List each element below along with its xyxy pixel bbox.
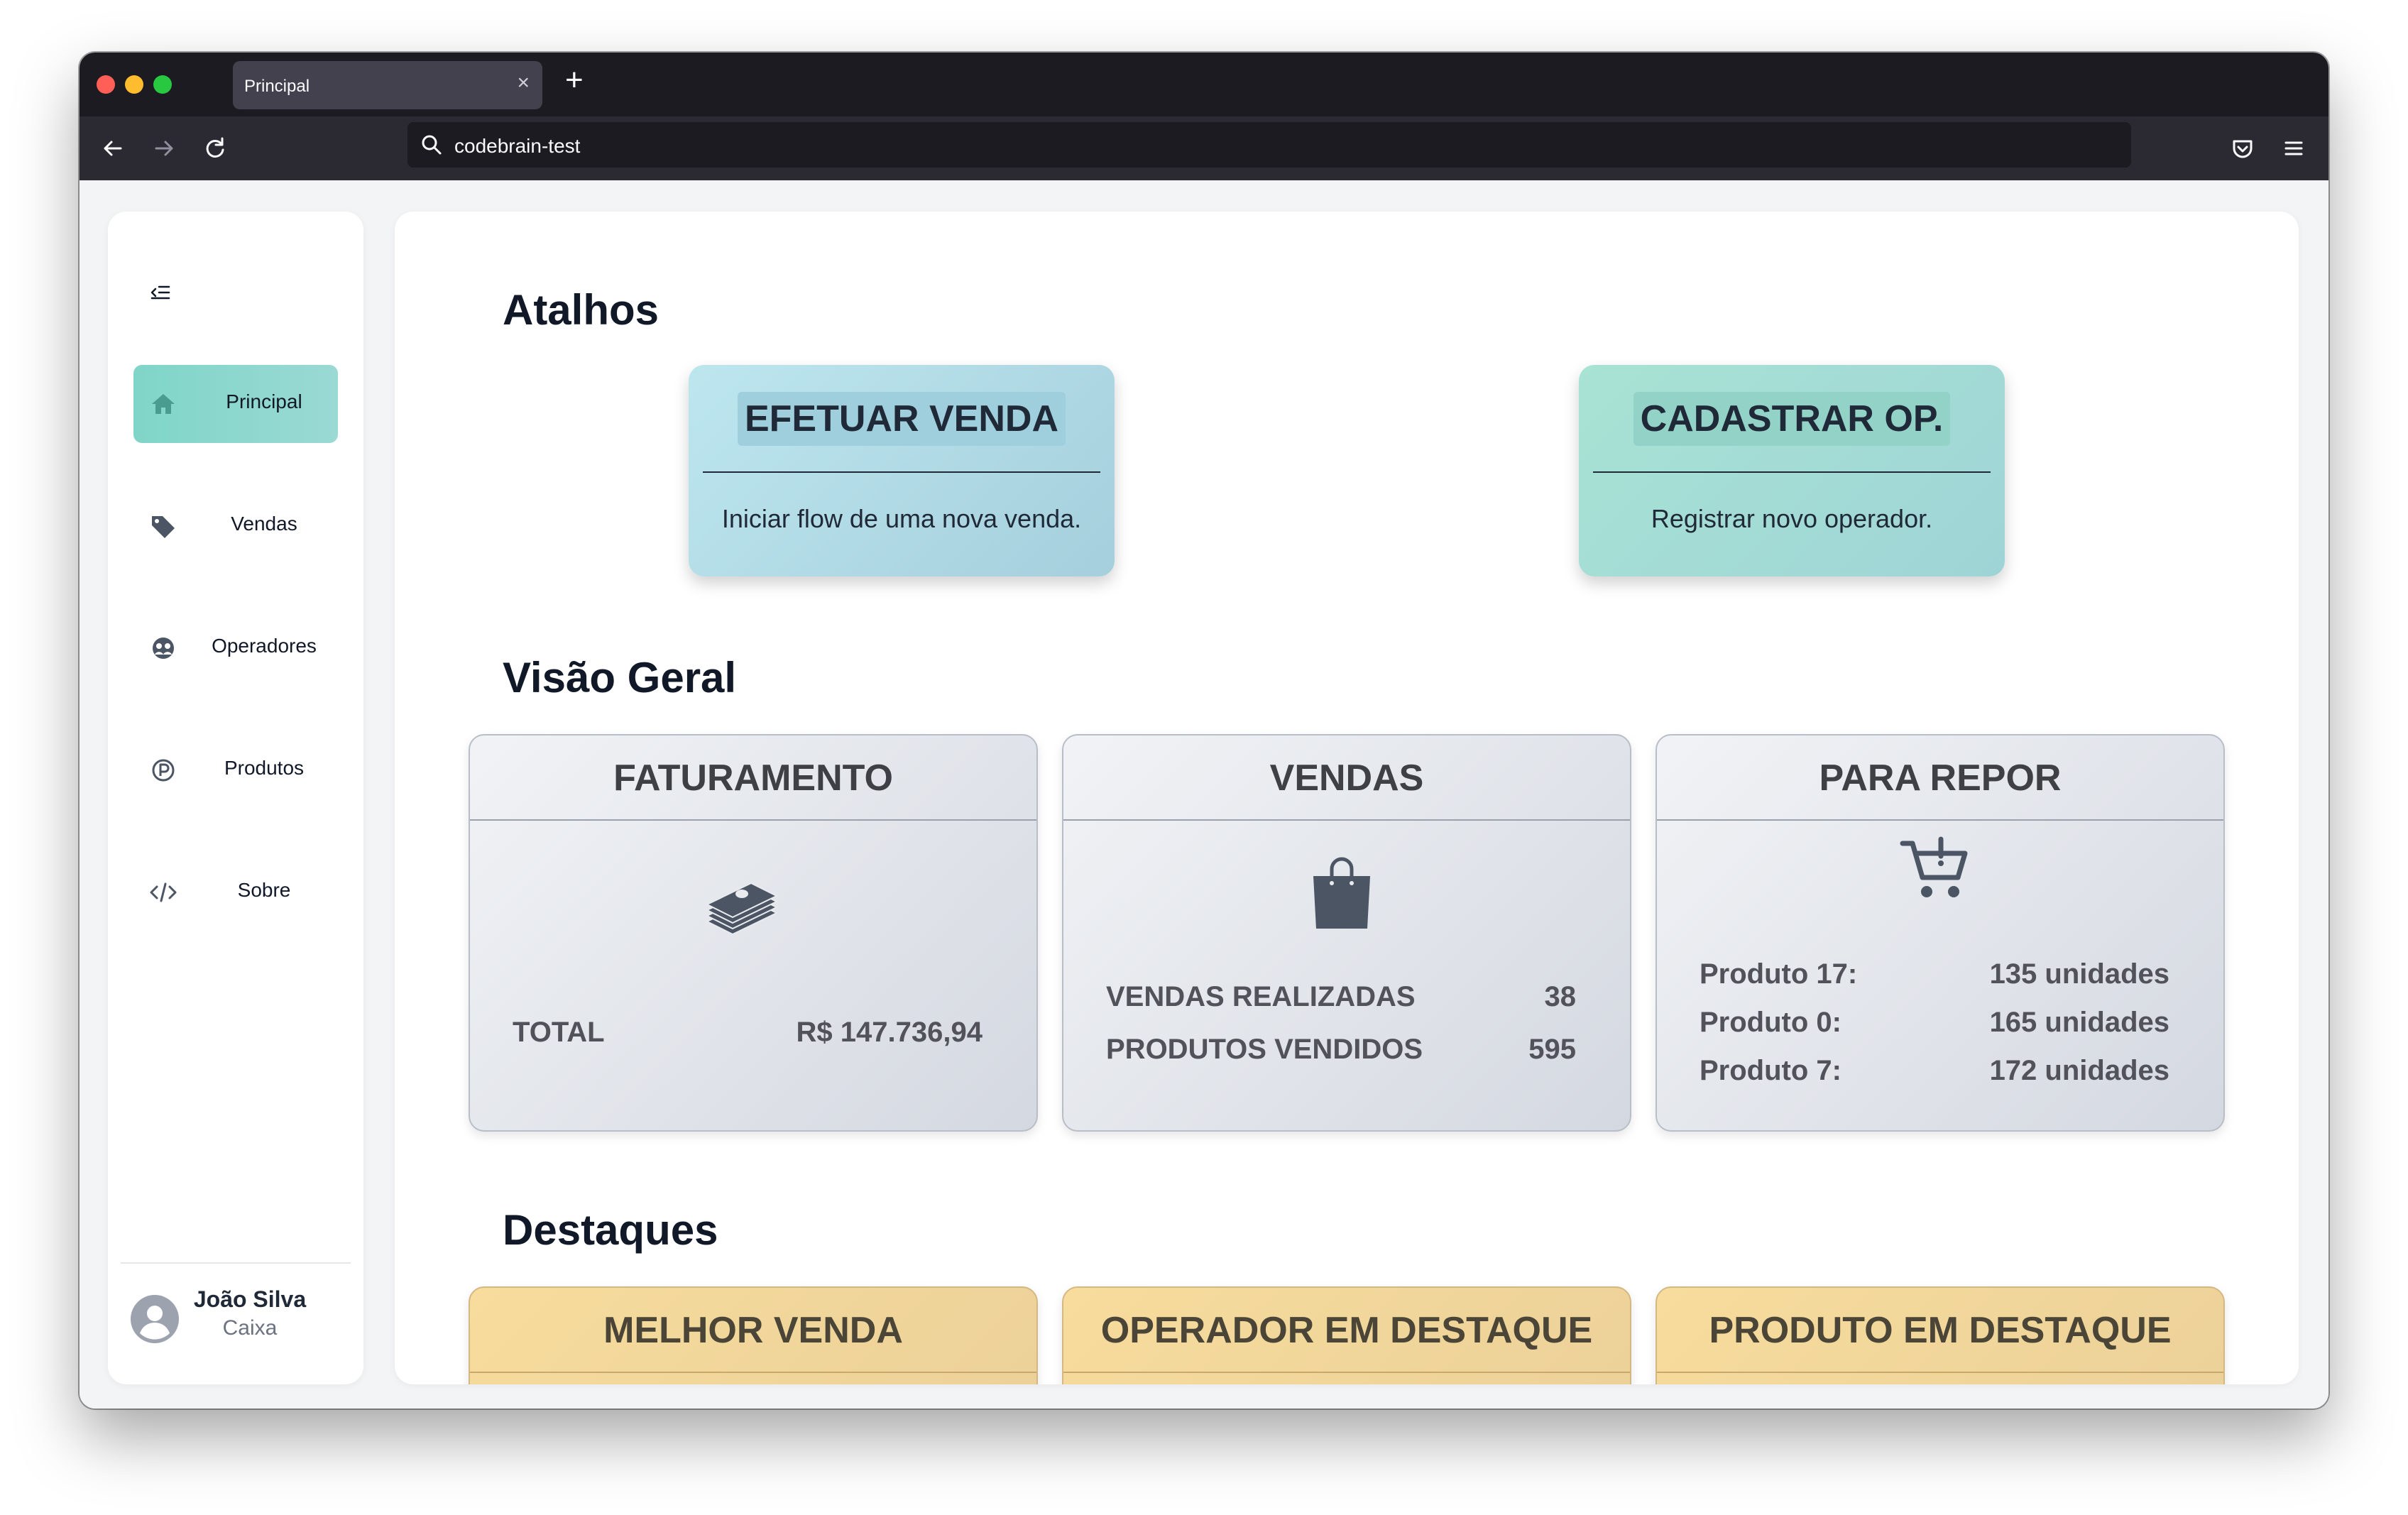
search-icon [422,135,442,155]
cart-alert-icon [1900,836,1968,897]
reload-icon [206,137,224,158]
product-icon [152,759,175,782]
page-content: Principal Vendas Operadores Produtos Sob… [80,180,2328,1409]
browser-tab[interactable]: Principal × [233,61,542,109]
revenue-value: R$ 147.736,94 [796,1017,983,1048]
shopping-bag-icon [1313,857,1370,929]
money-stack-icon [705,882,779,936]
card-produto-destaque: PRODUTO EM DESTAQUE [1656,1286,2225,1384]
shortcut-title: CADASTRAR OP. [1633,392,1951,446]
section-title-atalhos: Atalhos [503,286,660,334]
pocket-button[interactable] [2226,132,2259,165]
reload-button[interactable] [199,132,231,165]
sidebar-divider [121,1262,351,1264]
minimize-window-button[interactable] [125,75,143,94]
card-header: PRODUTO EM DESTAQUE [1657,1288,2223,1373]
shortcut-cadastrar-op[interactable]: CADASTRAR OP. Registrar novo operador. [1579,365,2005,576]
browser-titlebar: Principal × + [80,53,2328,116]
card-header: VENDAS [1063,735,1630,821]
sidebar-item-produtos[interactable]: Produtos [133,731,338,809]
new-tab-button[interactable]: + [565,62,584,98]
address-bar[interactable]: codebrain-test [407,122,2131,168]
sidebar-item-label: Sobre [237,879,291,901]
url-text: codebrain-test [454,135,581,157]
restock-row-label: Produto 0: [1700,1007,1841,1038]
sidebar-item-principal[interactable]: Principal [133,365,338,443]
maximize-window-button[interactable] [153,75,172,94]
shortcut-efetuar-venda[interactable]: EFETUAR VENDA Iniciar flow de uma nova v… [689,365,1115,576]
arrow-left-icon [104,141,122,156]
sales-row-label: PRODUTOS VENDIDOS [1106,1034,1423,1065]
card-faturamento: FATURAMENTO TOTAL R$ 147.736,94 [469,734,1038,1132]
section-title-destaques: Destaques [503,1206,718,1254]
card-title: PRODUTO EM DESTAQUE [1709,1310,2172,1351]
card-header: MELHOR VENDA [470,1288,1036,1373]
card-title: VENDAS [1269,758,1424,799]
card-title: OPERADOR EM DESTAQUE [1100,1310,1593,1351]
restock-row-value: 172 unidades [1989,1055,2169,1086]
hamburger-menu-icon [2284,141,2303,155]
restock-row-value: 165 unidades [1989,1007,2169,1038]
card-header: PARA REPOR [1657,735,2223,821]
arrow-right-icon [155,141,173,156]
collapse-sidebar-icon[interactable] [148,280,173,305]
avatar-icon[interactable] [131,1295,179,1343]
sidebar-item-label: Vendas [231,513,297,535]
sidebar-item-vendas[interactable]: Vendas [133,487,338,565]
sidebar-item-operadores[interactable]: Operadores [133,609,338,687]
sales-row-value: 38 [1544,981,1577,1012]
restock-row-value: 135 unidades [1989,958,2169,990]
card-melhor-venda: MELHOR VENDA [469,1286,1038,1384]
restock-row-label: Produto 17: [1700,958,1858,990]
code-icon [150,882,177,902]
shortcut-description: Registrar novo operador. [1651,504,1933,533]
shortcut-title: EFETUAR VENDA [737,392,1066,446]
restock-row-label: Produto 7: [1700,1055,1841,1086]
card-operador-destaque: OPERADOR EM DESTAQUE [1062,1286,1631,1384]
tag-icon [152,516,175,538]
sidebar-item-label: Operadores [212,635,317,657]
shortcut-divider [1593,471,1991,473]
sales-row-value: 595 [1528,1034,1576,1065]
sidebar-item-label: Produtos [224,757,305,779]
pocket-icon [2233,140,2253,158]
sidebar-item-sobre[interactable]: Sobre [133,853,338,931]
card-header: OPERADOR EM DESTAQUE [1063,1288,1630,1373]
main-panel: Atalhos EFETUAR VENDA Iniciar flow de um… [395,212,2299,1384]
shortcut-description: Iniciar flow de uma nova venda. [721,504,1082,533]
home-icon [152,394,175,414]
section-title-visao-geral: Visão Geral [503,654,737,701]
tab-close-icon[interactable]: × [517,72,530,94]
user-name: João Silva [193,1286,307,1312]
back-button[interactable] [97,132,129,165]
sidebar-item-label: Principal [226,390,302,412]
card-title: PARA REPOR [1819,758,2062,799]
revenue-label: TOTAL [513,1017,605,1048]
tab-title: Principal [244,77,310,96]
user-role: Caixa [222,1316,278,1340]
card-header: FATURAMENTO [470,735,1036,821]
card-vendas: VENDAS VENDAS REALIZADAS 38 PRODUTOS VEN… [1062,734,1631,1132]
shortcut-divider [703,471,1100,473]
browser-window: Principal × + codebrain-test Principal V… [80,53,2328,1409]
close-window-button[interactable] [97,75,115,94]
forward-button[interactable] [148,132,180,165]
menu-button[interactable] [2277,132,2310,165]
sales-row-label: VENDAS REALIZADAS [1106,981,1416,1012]
users-icon [153,638,174,659]
sidebar: Principal Vendas Operadores Produtos Sob… [108,212,363,1384]
card-para-repor: PARA REPOR Produto 17: 135 unidades Prod… [1656,734,2225,1132]
card-title: FATURAMENTO [613,758,893,799]
card-title: MELHOR VENDA [603,1310,903,1351]
